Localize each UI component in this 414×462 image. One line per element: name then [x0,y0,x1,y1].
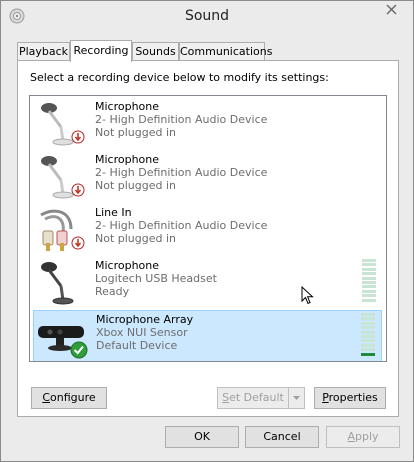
tab-sounds[interactable]: Sounds [132,42,179,61]
unplugged-badge-icon [71,130,85,147]
set-default-dropdown[interactable] [288,388,304,408]
unplugged-badge-icon [71,236,85,253]
cancel-button[interactable]: Cancel [245,426,319,448]
ok-button[interactable]: OK [165,426,239,448]
meter-segment [361,343,375,347]
device-driver: 2- High Definition Audio Device [95,166,268,179]
device-status: Not plugged in [95,126,177,139]
meter-segment [361,348,375,352]
device-item[interactable]: Microphone 2- High Definition Audio Devi… [33,151,382,201]
instruction-text: Select a recording device below to modif… [30,71,329,84]
meter-segment [362,285,376,289]
device-text: Microphone 2- High Definition Audio Devi… [95,100,267,139]
device-name: Line In [95,206,132,219]
title-bar: Sound [1,1,413,33]
device-item[interactable]: Microphone Logitech USB Headset Ready [33,257,382,307]
device-status: Default Device [96,339,178,352]
device-status: Ready [95,285,130,298]
close-icon [386,4,397,18]
device-name: Microphone [95,259,160,272]
chevron-down-icon [289,396,304,411]
meter-segment [362,276,376,280]
set-default-button[interactable]: Set Default [217,387,305,409]
device-text: Microphone 2- High Definition Audio Devi… [95,153,267,192]
device-item[interactable]: Line In 2- High Definition Audio Device … [33,204,382,254]
meter-segment [362,263,376,267]
device-text: Microphone Logitech USB Headset Ready [95,259,217,298]
device-driver: 2- High Definition Audio Device [95,219,268,232]
unplugged-badge-icon [71,183,85,200]
device-status: Not plugged in [95,232,177,245]
device-driver: Xbox NUI Sensor [96,326,188,339]
meter-segment [362,294,376,298]
device-status: Not plugged in [95,179,177,192]
meter-segment [362,281,376,284]
device-name: Microphone Array [96,313,194,326]
close-button[interactable] [379,1,403,21]
meter-segment [362,289,376,293]
meter-segment [362,259,376,262]
default-check-icon [70,341,88,361]
level-meter [361,313,375,357]
meter-segment [361,326,375,330]
properties-button[interactable]: Properties [314,387,386,409]
meter-segment [361,313,375,316]
meter-segment [362,272,376,276]
device-name: Microphone [95,100,160,113]
device-item[interactable]: Microphone 2- High Definition Audio Devi… [33,98,382,148]
level-meter [362,259,376,303]
recording-panel: Select a recording device below to modif… [17,60,399,417]
device-text: Line In 2- High Definition Audio Device … [95,206,267,245]
meter-segment [361,330,375,334]
tab-playback[interactable]: Playback [17,42,70,61]
device-driver: Logitech USB Headset [95,272,217,285]
tab-recording[interactable]: Recording [70,40,132,62]
meter-segment [362,267,376,271]
device-item-selected[interactable]: Microphone Array Xbox NUI Sensor Default… [33,310,382,361]
device-driver: 2- High Definition Audio Device [95,113,268,126]
device-text: Microphone Array Xbox NUI Sensor Default… [96,313,193,352]
sound-dialog: Sound Playback Recording Sounds Communic… [0,0,414,462]
mouse-cursor-icon [301,285,315,306]
device-list[interactable]: Microphone 2- High Definition Audio Devi… [29,95,387,362]
meter-segment [361,321,375,325]
meter-segment [361,339,375,343]
tab-communications[interactable]: Communications [179,42,272,61]
window-title: Sound [184,8,230,24]
meter-segment [362,298,376,302]
meter-segment [361,335,375,338]
apply-button[interactable]: Apply [326,426,400,448]
microphone-icon [35,258,87,308]
meter-segment [361,352,375,356]
device-name: Microphone [95,153,160,166]
configure-button[interactable]: Configure [31,387,107,409]
meter-segment [361,317,375,321]
